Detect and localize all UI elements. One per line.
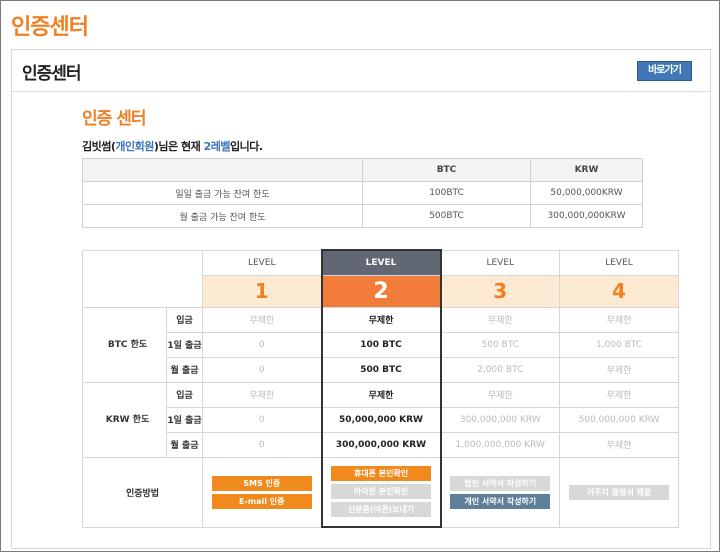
- cell-value: 무제한: [202, 381, 322, 408]
- cell-value: 무제한: [202, 306, 322, 333]
- limit-label: 일일 출금 가능 잔여 한도: [82, 181, 363, 205]
- level-number: 3: [440, 274, 560, 308]
- cell-value: 0: [202, 331, 322, 358]
- auth-method-label: 인증방법: [82, 456, 203, 528]
- member-type: 개인회원: [115, 140, 154, 153]
- email-verify-button[interactable]: E-mail 인증: [211, 493, 312, 509]
- cell-value: 0: [202, 406, 322, 433]
- level-number: 1: [202, 274, 322, 308]
- btc-row-deposit: BTC 한도 입금 무제한 무제한 무제한 무제한: [82, 306, 679, 383]
- cell-value: 무제한: [559, 356, 679, 383]
- panel-title: 인증센터: [22, 64, 82, 84]
- row-label: 월 출금: [166, 356, 203, 383]
- krw-row-deposit: KRW 한도 입금 무제한 무제한 무제한 무제한: [82, 381, 679, 458]
- limit-table: BTC KRW 일일 출금 가능 잔여 한도 100BTC 50,000,000…: [82, 158, 643, 228]
- auth-cell-level4: 거주지 증명서 제출: [559, 456, 679, 528]
- krw-section-label: KRW 한도: [82, 381, 167, 458]
- krw-row-monthly: 월 출금 0 300,000,000 KRW 1,000,000,000 KRW…: [83, 431, 679, 458]
- level-number: 4: [559, 274, 679, 308]
- cell-value: 무제한: [320, 381, 442, 408]
- limit-btc: 500BTC: [362, 204, 531, 228]
- page-frame: 인증센터 인증센터 바로가기 인증 센터 김빗썸(개인회원)님은 현재 2레벨입…: [0, 0, 720, 552]
- cell-value: 500,000,000 KRW: [559, 406, 679, 433]
- content-panel: 인증센터 바로가기 인증 센터 김빗썸(개인회원)님은 현재 2레벨입니다. B…: [11, 49, 711, 549]
- btc-row-daily: 1일 출금 0 100 BTC 500 BTC 1,000 BTC: [83, 331, 679, 358]
- section-title: 인증 센터: [82, 109, 146, 129]
- cell-value: 무제한: [559, 306, 679, 333]
- limit-krw: 50,000,000KRW: [530, 181, 643, 205]
- user-name: 김빗썸: [82, 140, 111, 153]
- row-label: 입금: [166, 306, 203, 333]
- cell-value: 무제한: [440, 381, 560, 408]
- level-status: 김빗썸(개인회원)님은 현재 2레벨입니다.: [82, 140, 263, 153]
- cell-value: 100 BTC: [320, 331, 442, 358]
- cell-value: 1,000 BTC: [559, 331, 679, 358]
- level-label: LEVEL: [559, 249, 679, 276]
- krw-row-daily: 1일 출금 0 50,000,000 KRW 300,000,000 KRW 5…: [83, 406, 679, 433]
- limit-row-monthly: 월 출금 가능 잔여 한도 500BTC 300,000,000KRW: [82, 204, 643, 228]
- row-label: 월 출금: [166, 431, 203, 458]
- status-end: 입니다.: [229, 140, 263, 153]
- limit-header-btc: BTC: [362, 158, 531, 182]
- cell-value: 0: [202, 431, 322, 458]
- phone-verify-button[interactable]: 휴대폰 본인확인: [331, 466, 431, 482]
- cell-value: 1,000,000,000 KRW: [440, 431, 560, 458]
- level-number-current: 2: [320, 274, 442, 308]
- cell-value: 500 BTC: [320, 356, 442, 383]
- cell-value: 50,000,000 KRW: [320, 406, 442, 433]
- cell-value: 500 BTC: [440, 331, 560, 358]
- auth-cell-level3: 법인 서약서 작성하기 개인 서약서 작성하기: [440, 456, 560, 528]
- cell-value: 무제한: [320, 306, 442, 333]
- cell-value: 무제한: [440, 306, 560, 333]
- row-label: 1일 출금: [166, 331, 203, 358]
- level-label: LEVEL: [440, 249, 560, 276]
- level-label-row: LEVEL LEVEL LEVEL LEVEL: [82, 249, 679, 308]
- limit-header-krw: KRW: [530, 158, 643, 182]
- btc-section-label: BTC 한도: [82, 306, 167, 383]
- current-level: 2레벨: [203, 140, 231, 153]
- auth-method-row: 인증방법 SMS 인증 E-mail 인증 휴대폰 본인확인 아이핀 본인확인 …: [82, 456, 679, 528]
- shortcut-button[interactable]: 바로가기: [637, 61, 692, 81]
- level-table: LEVEL LEVEL LEVEL LEVEL 1 2 3 4 BTC 한도 입…: [82, 249, 679, 528]
- cell-value: 무제한: [559, 381, 679, 408]
- cell-value: 300,000,000 KRW: [440, 406, 560, 433]
- limit-btc: 100BTC: [362, 181, 531, 205]
- level-label: LEVEL: [320, 249, 442, 276]
- limit-header-blank: [82, 158, 363, 182]
- status-mid: 님은 현재: [158, 140, 204, 153]
- level-label: LEVEL: [202, 249, 322, 276]
- panel-header: 인증센터 바로가기: [12, 50, 710, 92]
- cell-value: 0: [202, 356, 322, 383]
- cell-value: 2,000 BTC: [440, 356, 560, 383]
- cell-value: 무제한: [559, 431, 679, 458]
- limit-label: 월 출금 가능 잔여 한도: [82, 204, 363, 228]
- cell-value: 300,000,000 KRW: [320, 431, 442, 458]
- limit-header-row: BTC KRW: [82, 158, 643, 182]
- residence-proof-button[interactable]: 거주지 증명서 제출: [569, 484, 669, 500]
- limit-krw: 300,000,000KRW: [530, 204, 643, 228]
- personal-pledge-button[interactable]: 개인 서약서 작성하기: [450, 493, 551, 509]
- id-submit-button[interactable]: 신분증(여권)보내기: [331, 502, 431, 518]
- auth-cell-level1: SMS 인증 E-mail 인증: [202, 456, 322, 528]
- btc-row-monthly: 월 출금 0 500 BTC 2,000 BTC 무제한: [83, 356, 679, 383]
- row-label: 1일 출금: [166, 406, 203, 433]
- ipin-verify-button[interactable]: 아이핀 본인확인: [331, 484, 431, 500]
- auth-cell-level2: 휴대폰 본인확인 아이핀 본인확인 신분증(여권)보내기: [320, 456, 442, 528]
- corner-cell: [82, 249, 203, 308]
- limit-row-daily: 일일 출금 가능 잔여 한도 100BTC 50,000,000KRW: [82, 181, 643, 205]
- corporate-pledge-button[interactable]: 법인 서약서 작성하기: [450, 475, 551, 491]
- sms-verify-button[interactable]: SMS 인증: [211, 475, 312, 491]
- row-label: 입금: [166, 381, 203, 408]
- page-title: 인증센터: [11, 15, 89, 40]
